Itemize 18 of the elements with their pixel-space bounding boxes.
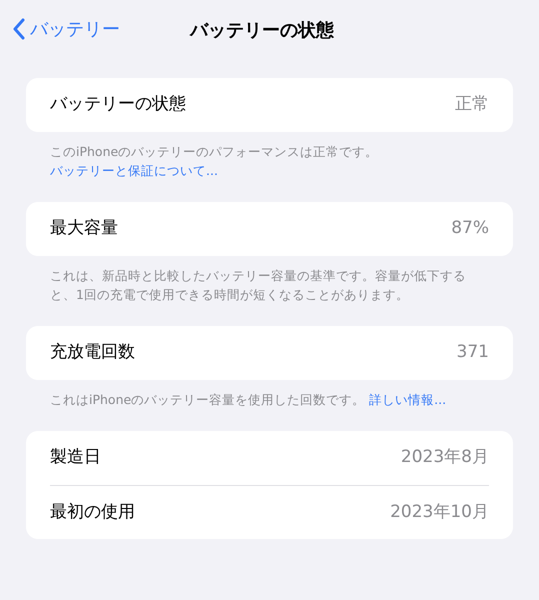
row-label: 最初の使用 — [50, 500, 135, 524]
row-label: 充放電回数 — [50, 341, 135, 364]
row-label: 最大容量 — [50, 217, 118, 240]
footer-note: これは、新品時と比較したバッテリー容量の基準です。容量が低下すると、1回の充電で使用できる時間が短くなることがあります。 — [49, 267, 467, 304]
row-label: 製造日 — [50, 446, 101, 470]
info-link[interactable]: バッテリーと保証について... — [50, 163, 218, 178]
row-value: 371 — [456, 341, 489, 364]
back-button[interactable]: バッテリー — [12, 16, 120, 42]
info-link[interactable]: 詳しい情報... — [369, 392, 446, 407]
footer-note: これはiPhoneのバッテリー容量を使用した回数です。 詳しい情報... — [49, 391, 448, 409]
row-value: 87% — [451, 217, 489, 240]
row-label: バッテリーの状態 — [50, 93, 186, 116]
row-value: 2023年10月 — [390, 500, 489, 524]
back-chevron-icon — [12, 18, 26, 40]
page-title: バッテリーの状態 — [190, 19, 334, 43]
footer-note: このiPhoneのバッテリーのパフォーマンスは正常です。 バッテリーと保証について... — [49, 143, 380, 180]
row-value: 正常 — [455, 93, 489, 116]
row-value: 2023年8月 — [400, 446, 489, 470]
